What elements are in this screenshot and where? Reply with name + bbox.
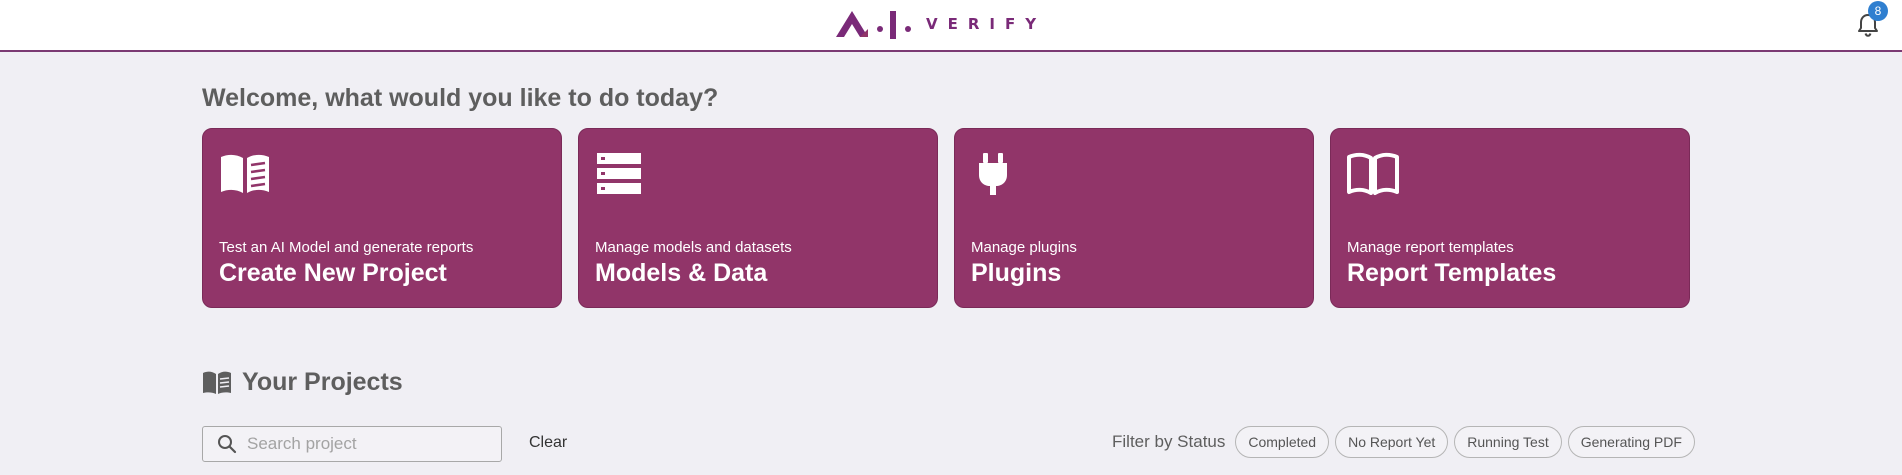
models-data-card[interactable]: Manage models and datasets Models & Data	[578, 128, 938, 308]
action-cards: Test an AI Model and generate reports Cr…	[202, 128, 1690, 308]
filter-chip-generating-pdf[interactable]: Generating PDF	[1567, 426, 1695, 458]
card-title: Create New Project	[219, 259, 447, 287]
create-new-project-card[interactable]: Test an AI Model and generate reports Cr…	[202, 128, 562, 308]
open-book-icon	[1347, 152, 1399, 195]
card-subtitle: Manage report templates	[1347, 239, 1514, 256]
project-search-box	[202, 426, 502, 462]
logo-mark-icon	[836, 11, 911, 39]
card-subtitle: Manage plugins	[971, 239, 1077, 256]
projects-heading: Your Projects	[242, 368, 403, 396]
report-templates-card[interactable]: Manage report templates Report Templates	[1330, 128, 1690, 308]
filter-label: Filter by Status	[1112, 432, 1226, 451]
book-report-icon	[221, 154, 269, 193]
notification-badge: 8	[1868, 1, 1888, 21]
card-title: Report Templates	[1347, 259, 1557, 287]
search-input[interactable]	[247, 434, 487, 454]
card-subtitle: Test an AI Model and generate reports	[219, 239, 474, 256]
clear-button[interactable]: Clear	[529, 434, 567, 452]
filter-chip-no-report-yet[interactable]: No Report Yet	[1335, 426, 1449, 458]
welcome-heading: Welcome, what would you like to do today…	[202, 84, 719, 112]
plug-icon	[979, 153, 1007, 195]
plugins-card[interactable]: Manage plugins Plugins	[954, 128, 1314, 308]
card-subtitle: Manage models and datasets	[595, 239, 792, 256]
status-filter: Filter by Status Completed No Report Yet…	[1112, 426, 1695, 458]
projects-section-header: Your Projects	[202, 368, 403, 397]
server-stack-icon	[597, 153, 641, 194]
card-title: Plugins	[971, 259, 1062, 287]
top-navbar: VERIFY 8	[0, 0, 1902, 52]
card-title: Models & Data	[595, 259, 768, 287]
filter-chip-completed[interactable]: Completed	[1235, 426, 1330, 458]
aiverify-logo[interactable]: VERIFY	[834, 6, 1046, 42]
projects-book-icon	[203, 371, 231, 394]
logo-text: VERIFY	[926, 15, 1047, 33]
filter-chip-running-test[interactable]: Running Test	[1454, 426, 1562, 458]
search-icon	[218, 435, 237, 454]
